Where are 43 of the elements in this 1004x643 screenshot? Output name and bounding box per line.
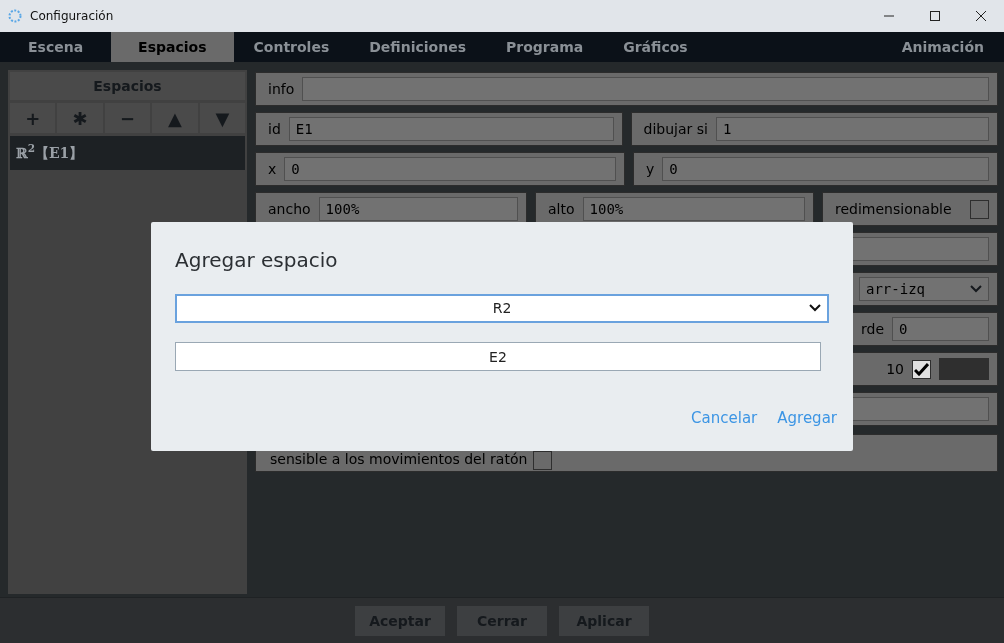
dialog-button[interactable]: Cancelar <box>691 407 758 430</box>
tab[interactable]: Animación <box>881 32 1004 62</box>
chevron-down-icon <box>970 285 982 293</box>
tab[interactable]: Espacios <box>111 32 234 62</box>
close-icon <box>976 11 986 21</box>
checkbox[interactable] <box>533 451 553 470</box>
field-label: ancho <box>268 199 311 219</box>
window-title: Configuración <box>30 8 114 25</box>
checkbox[interactable] <box>970 199 989 219</box>
input-field[interactable]: 0 <box>284 157 616 181</box>
dropdown[interactable]: arr-izq <box>859 277 989 301</box>
chevron-down-icon <box>809 304 821 312</box>
field-label: alto <box>548 199 575 219</box>
input-field[interactable]: 1 <box>715 117 989 141</box>
input-field[interactable]: 100% <box>582 197 805 221</box>
field-label: dibujar si <box>643 119 708 139</box>
field-label: x <box>268 159 277 179</box>
tab[interactable]: Definiciones <box>349 32 486 62</box>
tab[interactable]: Escena <box>0 32 112 62</box>
name-input-field[interactable]: E2 <box>175 342 821 371</box>
maximize-icon <box>930 11 940 21</box>
checkbox-label: 10 <box>886 359 904 379</box>
dialog-button[interactable]: Agregar <box>777 407 837 430</box>
input-field[interactable]: E1 <box>288 117 614 141</box>
tab[interactable]: Programa <box>486 32 604 62</box>
tab[interactable]: Controles <box>233 32 350 62</box>
field-label: info <box>268 79 295 99</box>
color-swatch[interactable] <box>939 358 989 380</box>
checkbox[interactable] <box>912 359 931 379</box>
input-field[interactable]: 0 <box>662 157 989 181</box>
dialog-title: Agregar espacio <box>175 248 339 272</box>
field-label: id <box>268 119 281 139</box>
checkbox-label: sensible a los movimientos del ratón <box>270 450 528 469</box>
field-label: y <box>646 159 655 179</box>
checkbox-label: redimensionable <box>835 199 952 219</box>
space-type-dropdown[interactable]: R2 <box>175 294 829 323</box>
app-icon <box>8 9 22 23</box>
space-list-item[interactable]: ℝ$^{2}$【E1】 <box>10 136 245 170</box>
input-field[interactable] <box>302 77 989 101</box>
input-field[interactable]: 0 <box>892 317 989 341</box>
tab[interactable]: Gráficos <box>603 32 708 62</box>
input-field[interactable]: 100% <box>318 197 518 221</box>
field-label: rde <box>861 319 884 339</box>
